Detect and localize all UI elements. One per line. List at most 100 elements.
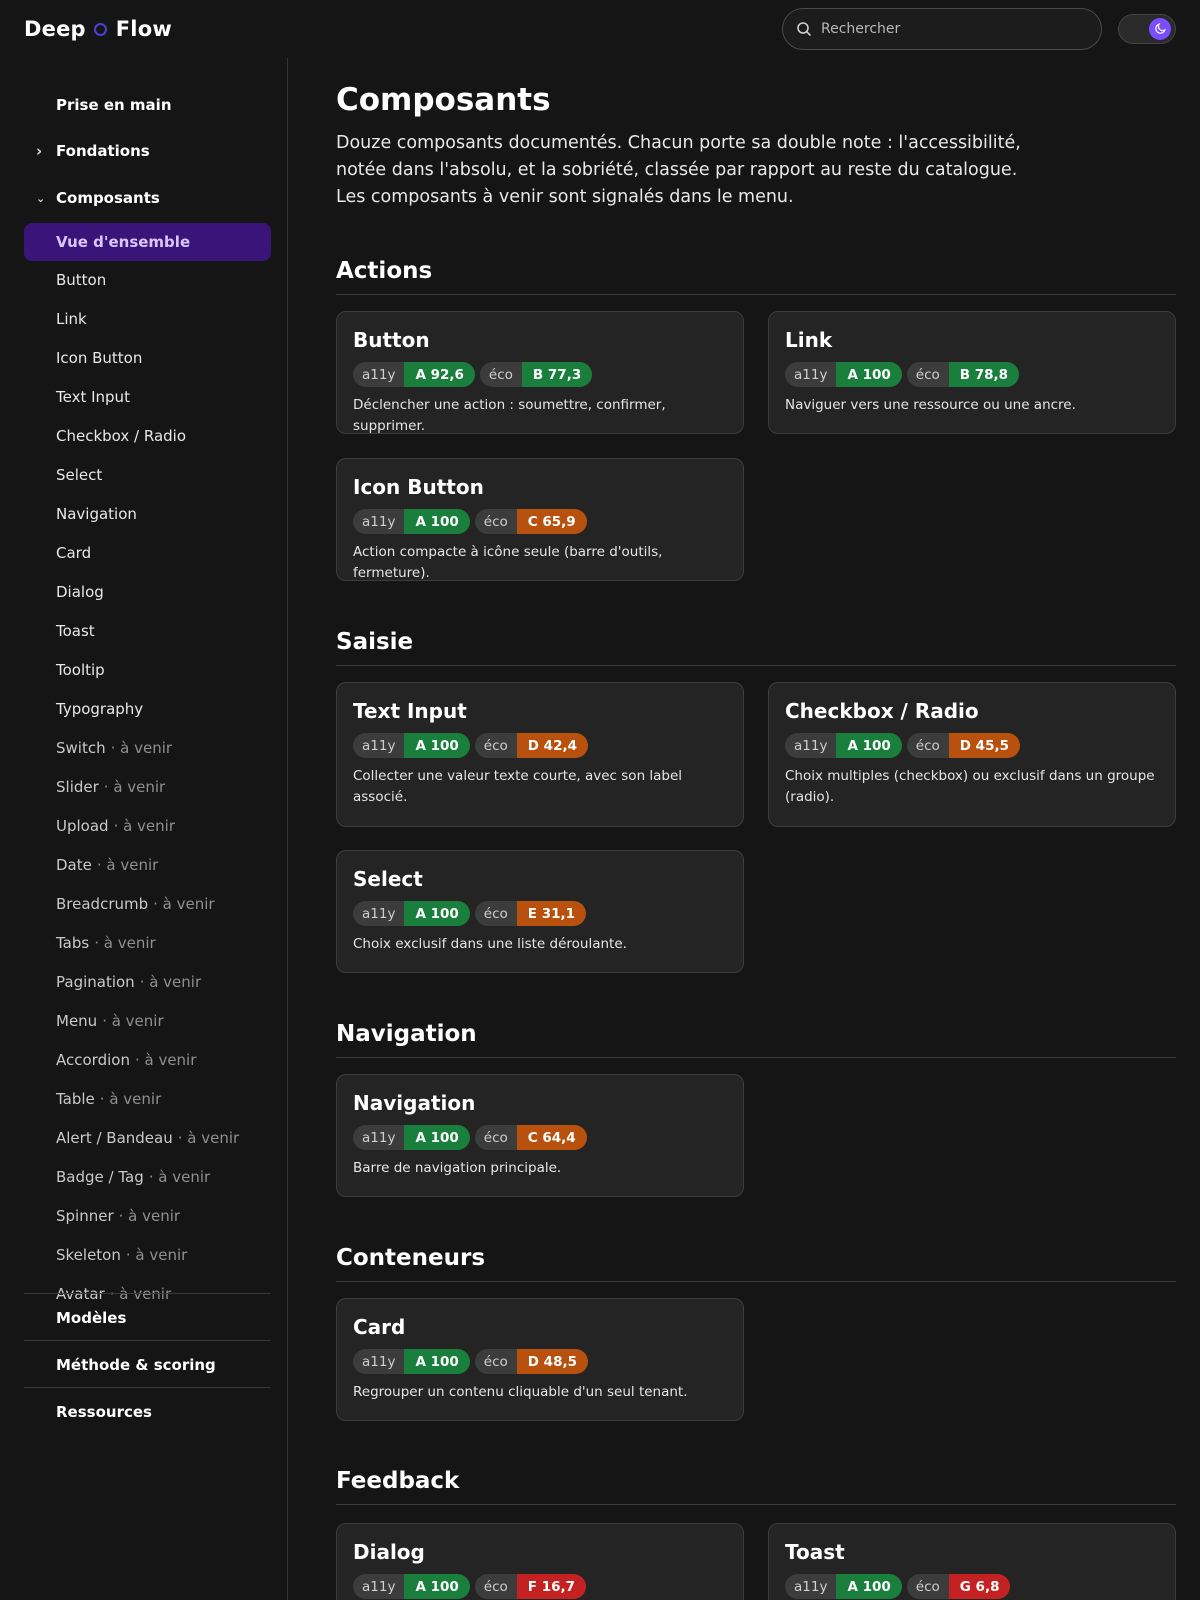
sidebar-item-typography[interactable]: Typography [24, 690, 271, 728]
page-title: Composants [336, 82, 551, 118]
a11y-grade: A 100 [404, 1125, 470, 1150]
component-card-navigation[interactable]: Navigation a11y A 100 éco C 64,4 Barre de nav… [336, 1074, 744, 1197]
upcoming-label: · à venir [153, 895, 215, 913]
eco-label: éco [474, 901, 517, 926]
sidebar-item-vue-d-ensemble[interactable]: Vue d'ensemble [24, 223, 271, 261]
sidebar-item-tabs[interactable]: Tabs · à venir [24, 924, 271, 962]
sidebar-item-icon-button[interactable]: Icon Button [24, 339, 271, 377]
component-card-toast[interactable]: Toast a11y A 100 éco G 6,8 [768, 1523, 1176, 1600]
component-card-button[interactable]: Button a11y A 92,6 éco B 77,3 Déclencher une … [336, 311, 744, 434]
a11y-grade: A 100 [404, 1349, 470, 1374]
search-input[interactable] [821, 21, 1081, 37]
sidebar-item-date[interactable]: Date · à venir [24, 846, 271, 884]
sidebar-section-label: Composants [56, 189, 160, 207]
upcoming-label: · à venir [148, 1168, 211, 1186]
section-title-conteneurs: Conteneurs [336, 1245, 486, 1271]
card-description: Choix exclusif dans une liste déroulante… [353, 936, 627, 952]
sidebar-item-accordion[interactable]: Accordion · à venir [24, 1041, 271, 1079]
sidebar-item-button[interactable]: Button [24, 261, 271, 299]
eco-grade: B 78,8 [948, 362, 1020, 387]
sidebar-item-badge-tag[interactable]: Badge / Tag · à venir [24, 1158, 271, 1196]
component-card-card[interactable]: Card a11y A 100 éco D 48,5 Regrouper un conte… [336, 1298, 744, 1421]
section-title-navigation: Navigation [336, 1021, 477, 1047]
sidebar-section-ressources[interactable]: Ressources [24, 1393, 271, 1431]
sidebar-section-modeles[interactable]: Modèles [24, 1299, 271, 1337]
sidebar-section-composants[interactable]: ⌄ Composants [24, 179, 271, 217]
component-card-icon-button[interactable]: Icon Button a11y A 100 éco C 65,9 Action comp… [336, 458, 744, 581]
eco-score-badge: éco E 31,1 [474, 901, 587, 926]
sidebar-item-label: Typography [56, 700, 144, 718]
sidebar-item-toast[interactable]: Toast [24, 612, 271, 650]
eco-grade: D 45,5 [948, 733, 1020, 758]
sidebar-item-navigation[interactable]: Navigation [24, 495, 271, 533]
eco-score-badge: éco B 77,3 [479, 362, 593, 387]
sidebar-item-spinner[interactable]: Spinner · à venir [24, 1197, 271, 1235]
a11y-grade: A 100 [836, 733, 902, 758]
component-card-select[interactable]: Select a11y A 100 éco E 31,1 Choix exclusif d… [336, 850, 744, 973]
sidebar-item-alert-bandeau[interactable]: Alert / Bandeau · à venir [24, 1119, 271, 1157]
a11y-score-badge: a11y A 100 [785, 1574, 902, 1599]
sidebar-item-label: Dialog [56, 583, 104, 601]
upcoming-label: · à venir [139, 973, 202, 991]
card-title: Button [353, 328, 430, 352]
sidebar-item-label: Card [56, 544, 92, 562]
sidebar-item-menu[interactable]: Menu · à venir [24, 1002, 271, 1040]
sidebar-section-label: Modèles [56, 1309, 127, 1327]
upcoming-label: · à venir [96, 856, 159, 874]
sidebar-divider [24, 1293, 271, 1294]
sidebar-item-slider[interactable]: Slider · à venir [24, 768, 271, 806]
sidebar-item-checkbox-radio[interactable]: Checkbox / Radio [24, 417, 271, 455]
score-badges: a11y A 100 éco C 64,4 [353, 1125, 727, 1150]
component-card-text-input[interactable]: Text Input a11y A 100 éco D 42,4 Collecter un… [336, 682, 744, 827]
sidebar-item-table[interactable]: Table · à venir [24, 1080, 271, 1118]
upcoming-label: · à venir [134, 1051, 197, 1069]
eco-grade: D 42,4 [516, 733, 588, 758]
sidebar-item-text-input[interactable]: Text Input [24, 378, 271, 416]
sidebar-item-label: Link [56, 310, 87, 328]
component-card-checkbox-radio[interactable]: Checkbox / Radio a11y A 100 éco D 45,5 Choix … [768, 682, 1176, 827]
upcoming-label: · à venir [103, 778, 166, 796]
sidebar-item-pagination[interactable]: Pagination · à venir [24, 963, 271, 1001]
sidebar-item-label: Checkbox / Radio [56, 427, 186, 445]
sidebar-item-upload[interactable]: Upload · à venir [24, 807, 271, 845]
logo-text-right: Flow [115, 17, 172, 41]
upcoming-label: · à venir [94, 934, 156, 952]
eco-grade: F 16,7 [516, 1574, 587, 1599]
section-divider [336, 1281, 1176, 1282]
sidebar-item-dialog[interactable]: Dialog [24, 573, 271, 611]
score-badges: a11y A 100 éco G 6,8 [785, 1574, 1159, 1599]
a11y-score-badge: a11y A 92,6 [353, 362, 475, 387]
component-card-dialog[interactable]: Dialog a11y A 100 éco F 16,7 [336, 1523, 744, 1600]
sidebar-section-prise-en-main[interactable]: Prise en main [24, 86, 271, 124]
logo[interactable]: Deep Flow [24, 17, 172, 41]
theme-toggle[interactable] [1118, 14, 1176, 44]
component-card-link[interactable]: Link a11y A 100 éco B 78,8 Naviguer vers une … [768, 311, 1176, 434]
card-description: Naviguer vers une ressource ou une ancre… [785, 397, 1076, 413]
sidebar-item-label: Navigation [56, 505, 137, 523]
sidebar-section-methode-scoring[interactable]: Méthode & scoring [24, 1346, 271, 1384]
card-title: Dialog [353, 1540, 425, 1564]
sidebar-item-label: Breadcrumb [56, 895, 149, 913]
sidebar-item-select[interactable]: Select [24, 456, 271, 494]
eco-grade: C 65,9 [516, 509, 587, 534]
a11y-label: a11y [353, 1349, 405, 1374]
sidebar-item-breadcrumb[interactable]: Breadcrumb · à venir [24, 885, 271, 923]
sidebar-item-switch[interactable]: Switch · à venir [24, 729, 271, 767]
card-title: Select [353, 867, 423, 891]
upcoming-label: · à venir [125, 1246, 188, 1264]
intro-text: Douze composants documentés. Chacun port… [336, 133, 1021, 207]
upcoming-label: · à venir [102, 1012, 164, 1030]
sidebar-item-skeleton[interactable]: Skeleton · à venir [24, 1236, 271, 1274]
a11y-label: a11y [353, 1574, 405, 1599]
eco-label: éco [906, 1574, 949, 1599]
eco-grade: E 31,1 [516, 901, 587, 926]
sidebar-item-card[interactable]: Card [24, 534, 271, 572]
section-title-actions: Actions [336, 258, 433, 284]
sidebar-item-tooltip[interactable]: Tooltip [24, 651, 271, 689]
sidebar-section-fondations[interactable]: › Fondations [24, 132, 271, 170]
sidebar-item-link[interactable]: Link [24, 300, 271, 338]
search-box[interactable] [782, 8, 1102, 50]
card-description: Collecter une valeur texte courte, avec … [353, 768, 683, 805]
upcoming-label: · à venir [110, 739, 173, 757]
card-title: Toast [785, 1540, 845, 1564]
